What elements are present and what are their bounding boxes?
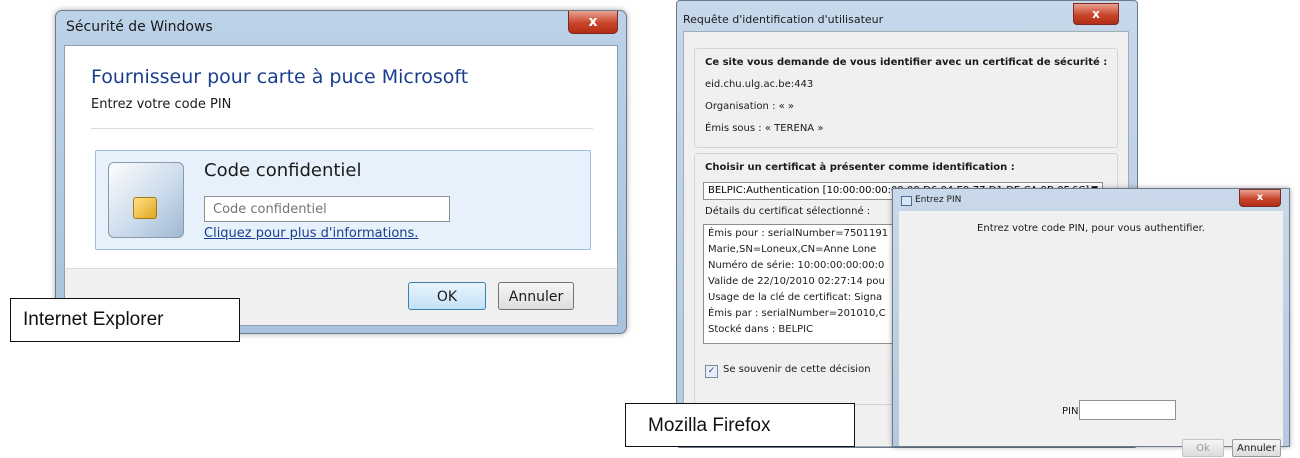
details-line: Émis pour : serialNumber=7501191 [708,228,889,239]
remember-checkbox[interactable]: ✓ [705,365,718,378]
pin-input[interactable] [204,196,450,222]
more-info-link[interactable]: Cliquez pour plus d'informations. [204,226,418,241]
dialog-body: Entrez votre code PIN, pour vous authent… [899,211,1283,457]
site-prompt: Ce site vous demande de vous identifier … [705,57,1108,68]
remember-label: Se souvenir de cette décision [723,364,871,375]
separator [91,128,593,129]
details-line: Stocké dans : BELPIC [708,324,814,335]
pin-input[interactable] [1079,400,1176,420]
windows-security-dialog: Sécurité de Windows x Fournisseur pour c… [55,10,627,334]
cancel-button[interactable]: Annuler [1232,439,1281,457]
ok-button[interactable]: OK [408,282,486,310]
close-button[interactable]: x [568,11,618,34]
dialog-body: Fournisseur pour carte à puce Microsoft … [64,45,618,269]
pin-message: Entrez votre code PIN, pour vous authent… [977,223,1205,234]
details-label: Détails du certificat sélectionné : [705,206,871,217]
cancel-button[interactable]: Annuler [498,282,574,310]
provider-heading: Fournisseur pour carte à puce Microsoft [91,66,469,88]
credential-tile[interactable]: Code confidentiel Cliquez pour plus d'in… [95,150,591,250]
choose-prompt: Choisir un certificat à présenter comme … [705,162,1015,173]
window-title: Entrez PIN [915,195,962,205]
host-text: eid.chu.ulg.ac.be:443 [705,79,814,90]
pin-dialog: Entrez PIN x Entrez votre code PIN, pour… [892,188,1290,457]
window-title: Sécurité de Windows [66,19,213,35]
close-button[interactable]: x [1239,189,1281,207]
details-line: Usage de la clé de certificat: Signa [708,292,883,303]
pin-label: PIN [1062,406,1079,417]
details-line: Numéro de série: 10:00:00:00:00:0 [708,260,885,271]
close-button[interactable]: x [1073,3,1119,25]
chip-icon [133,197,157,219]
instruction-text: Entrez votre code PIN [91,97,232,112]
details-line: Émis par : serialNumber=201010,C [708,308,886,319]
ok-button[interactable]: Ok [1182,439,1224,457]
site-info-group: Ce site vous demande de vous identifier … [694,48,1118,148]
details-line: Marie,SN=Loneux,CN=Anne Lone [708,244,877,255]
firefox-caption: Mozilla Firefox [625,403,855,447]
window-icon [901,196,912,206]
details-line: Valide de 22/10/2010 02:27:14 pou [708,276,885,287]
window-title: Requête d'identification d'utilisateur [683,13,884,26]
ie-caption: Internet Explorer [10,298,240,342]
credential-title: Code confidentiel [204,160,362,181]
issuer-text: Émis sous : « TERENA » [705,123,824,134]
smart-card-icon [108,162,184,238]
organisation-text: Organisation : « » [705,101,795,112]
